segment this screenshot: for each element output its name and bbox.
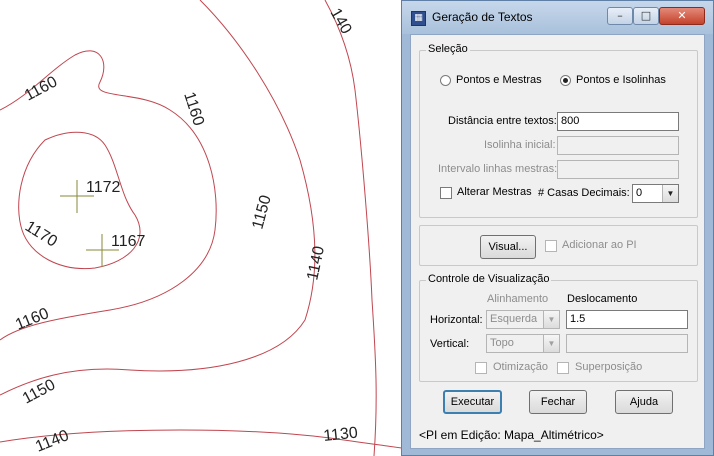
casas-decimais-value: 0 — [636, 187, 643, 199]
isolinha-input[interactable] — [557, 136, 679, 155]
title-bar[interactable]: ▦ Geração de Textos – □ ✕ — [402, 1, 713, 34]
point-label: 1167 — [111, 233, 146, 250]
visual-button[interactable]: Visual... — [480, 235, 536, 259]
contour-label: 1140 — [304, 245, 328, 282]
casas-decimais-select[interactable]: 0 ▼ — [632, 184, 679, 203]
status-text: <PI em Edição: Mapa_Altimétrico> — [419, 428, 604, 442]
maximize-button[interactable]: □ — [633, 7, 659, 25]
horizontal-align-select[interactable]: Esquerda ▼ — [486, 310, 560, 329]
superposicao-label: Superposição — [575, 361, 643, 373]
chevron-down-icon[interactable]: ▼ — [662, 185, 678, 202]
fechar-button[interactable]: Fechar — [529, 390, 587, 414]
contour-label: 1140 — [33, 427, 71, 456]
window-title: Geração de Textos — [432, 10, 533, 24]
chevron-down-icon[interactable]: ▼ — [543, 335, 559, 352]
contour-label: 1150 — [249, 193, 274, 231]
vertical-desloc-input[interactable] — [566, 334, 688, 353]
horizontal-label: Horizontal: — [430, 314, 483, 326]
distancia-input[interactable]: 800 — [557, 112, 679, 131]
pontos-isolinhas-radio[interactable] — [560, 75, 571, 86]
contour-label: 1160 — [22, 73, 60, 104]
distancia-label: Distância entre textos: — [448, 115, 557, 127]
contour-label: 1160 — [13, 305, 51, 334]
contour-label: 1130 — [323, 424, 359, 445]
horizontal-align-value: Esquerda — [490, 313, 538, 325]
vertical-align-value: Topo — [490, 337, 514, 349]
alterar-mestras-label[interactable]: Alterar Mestras — [457, 186, 532, 198]
deslocamento-header: Deslocamento — [567, 293, 638, 305]
text-generation-dialog: ▦ Geração de Textos – □ ✕ Seleção Pontos… — [401, 0, 714, 456]
controle-visualizacao-group: Controle de Visualização Alinhamento Des… — [419, 273, 698, 382]
contour-label: 1160 — [180, 90, 207, 128]
adicionar-pi-label: Adicionar ao PI — [562, 239, 637, 251]
horizontal-desloc-input[interactable]: 1.5 — [566, 310, 688, 329]
app-icon: ▦ — [411, 11, 426, 26]
superposicao-checkbox[interactable] — [557, 362, 569, 374]
isolinha-label: Isolinha inicial: — [484, 139, 556, 151]
casas-decimais-label: # Casas Decimais: — [538, 187, 630, 199]
vertical-label: Vertical: — [430, 338, 470, 350]
controle-title: Controle de Visualização — [426, 273, 552, 285]
close-button[interactable]: ✕ — [659, 7, 705, 25]
selecao-title: Seleção — [426, 43, 470, 55]
visual-group: Visual... Adicionar ao PI — [419, 225, 698, 266]
otimizacao-checkbox[interactable] — [475, 362, 487, 374]
point-label: 1172 — [86, 179, 121, 196]
selecao-group: Seleção Pontos e Mestras Pontos e Isolin… — [419, 43, 698, 218]
dialog-body: Seleção Pontos e Mestras Pontos e Isolin… — [410, 34, 705, 449]
chevron-down-icon[interactable]: ▼ — [543, 311, 559, 328]
intervalo-input[interactable] — [557, 160, 679, 179]
adicionar-pi-checkbox[interactable] — [545, 240, 557, 252]
pontos-isolinhas-label[interactable]: Pontos e Isolinhas — [576, 74, 666, 86]
vertical-align-select[interactable]: Topo ▼ — [486, 334, 560, 353]
alinhamento-header: Alinhamento — [487, 293, 549, 305]
intervalo-label: Intervalo linhas mestras: — [438, 163, 558, 175]
ajuda-button[interactable]: Ajuda — [615, 390, 673, 414]
contour-label: 1150 — [20, 376, 58, 407]
executar-button[interactable]: Executar — [443, 390, 502, 414]
minimize-button[interactable]: – — [607, 7, 633, 25]
pontos-mestras-radio[interactable] — [440, 75, 451, 86]
contour-label: 1170 — [22, 218, 60, 251]
contour-line — [324, 0, 377, 456]
alterar-mestras-checkbox[interactable] — [440, 187, 452, 199]
pontos-mestras-label[interactable]: Pontos e Mestras — [456, 74, 542, 86]
otimizacao-label: Otimização — [493, 361, 549, 373]
